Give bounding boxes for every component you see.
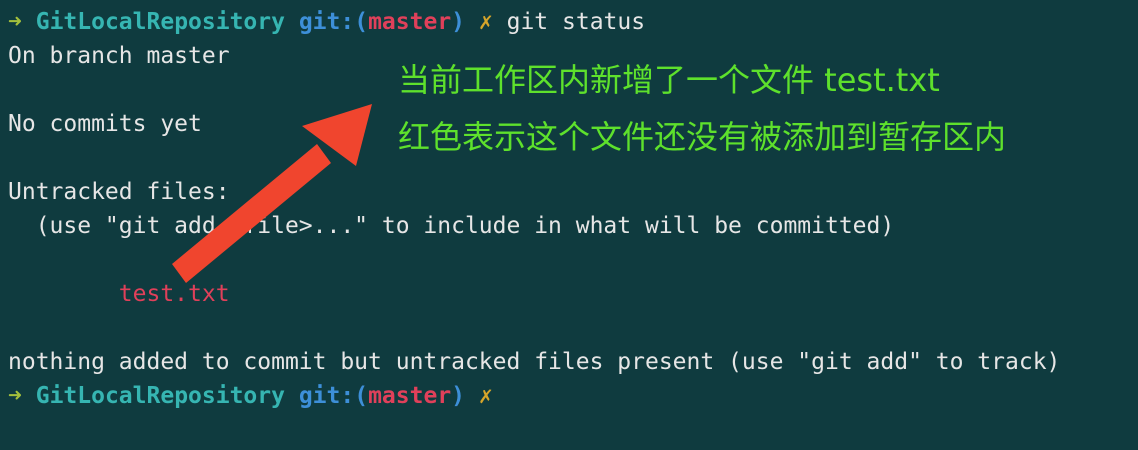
prompt-line-command: ➜ GitLocalRepository git:(master) ✗ git … bbox=[8, 5, 645, 39]
hint-line: (use "git add <file>..." to include in w… bbox=[8, 213, 895, 239]
prompt-directory: GitLocalRepository bbox=[35, 383, 285, 409]
prompt-git-prefix: git:( bbox=[298, 383, 369, 409]
prompt-arrow-icon: ➜ bbox=[8, 9, 22, 35]
prompt-git-suffix: ) bbox=[451, 383, 466, 409]
prompt-git-prefix: git:( bbox=[298, 9, 369, 35]
untracked-header: Untracked files: bbox=[8, 179, 230, 205]
prompt-directory: GitLocalRepository bbox=[35, 9, 285, 35]
annotation-arrow-head bbox=[302, 104, 372, 166]
summary-line: nothing added to commit but untracked fi… bbox=[8, 349, 1061, 375]
annotation-text-line-2: 红色表示这个文件还没有被添加到暂存区内 bbox=[398, 118, 1007, 156]
dirty-mark-icon: ✗ bbox=[478, 9, 493, 35]
prompt-branch: master bbox=[368, 9, 452, 35]
prompt-arrow-icon: ➜ bbox=[8, 383, 22, 409]
command-text: git status bbox=[506, 9, 646, 35]
annotation-text-line-1: 当前工作区内新增了一个文件 test.txt bbox=[398, 61, 940, 99]
terminal-window: ➜ GitLocalRepository git:(master) ✗ git … bbox=[0, 0, 1138, 450]
dirty-mark-icon: ✗ bbox=[478, 383, 493, 409]
branch-line: On branch master bbox=[8, 43, 230, 69]
untracked-file-entry: test.txt bbox=[8, 281, 230, 307]
prompt-line-idle: ➜ GitLocalRepository git:(master) ✗ bbox=[8, 379, 493, 413]
prompt-git-suffix: ) bbox=[451, 9, 466, 35]
commits-line: No commits yet bbox=[8, 111, 202, 137]
prompt-branch: master bbox=[368, 383, 452, 409]
